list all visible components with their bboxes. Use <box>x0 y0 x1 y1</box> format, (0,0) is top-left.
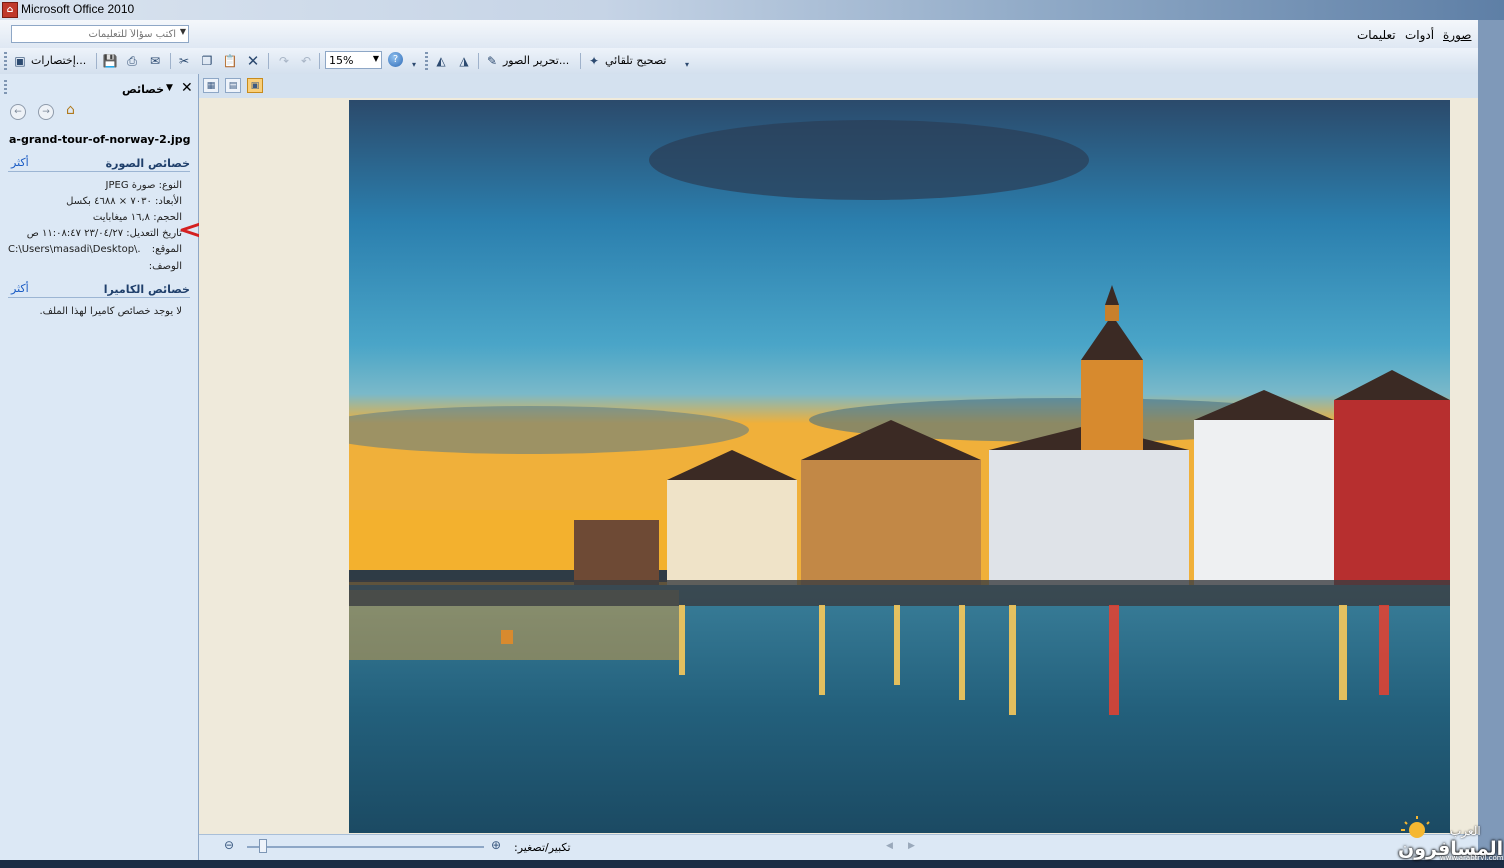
toolbar-separator <box>478 53 479 69</box>
toolbar-grip[interactable] <box>4 52 7 70</box>
section-divider <box>8 297 190 298</box>
property-location-value: C:\Users\masadi\Desktop\. <box>8 244 141 255</box>
property-location-label: الموقع: <box>151 244 182 255</box>
print-icon[interactable]: ⎙ <box>124 53 140 69</box>
photo-stavanger-harbor[interactable] <box>349 100 1450 833</box>
forward-icon[interactable]: → <box>38 104 54 120</box>
next-picture-icon[interactable]: ▶ <box>908 841 915 851</box>
chevron-down-icon[interactable]: ▼ <box>180 27 186 36</box>
desktop-background <box>1478 20 1504 868</box>
copy-icon[interactable]: ❐ <box>199 53 215 69</box>
edit-pictures-button[interactable]: تحرير الصور... <box>503 54 569 67</box>
camera-properties-more-link[interactable]: أكثر <box>11 282 29 295</box>
chevron-down-icon[interactable]: ▼ <box>373 54 379 63</box>
image-properties-more-link[interactable]: أكثر <box>11 156 29 169</box>
watermark-small-text: العرب <box>1450 824 1481 838</box>
toolbar-separator <box>96 53 97 69</box>
task-pane <box>0 74 199 868</box>
toolbar-separator <box>170 53 171 69</box>
shortcuts-button[interactable]: إختصارات... <box>31 54 86 67</box>
chevron-down-icon[interactable]: ▼ <box>166 83 173 93</box>
image-properties-title: خصائص الصورة <box>105 157 190 170</box>
auto-correct-button[interactable]: تصحيح تلقائي <box>605 54 666 67</box>
camera-properties-title: خصائص الكاميرا <box>103 283 190 296</box>
file-name: a-grand-tour-of-norway-2.jpg <box>9 133 191 146</box>
help-search-box[interactable]: ▼ <box>11 25 189 43</box>
pane-title[interactable]: خصائص <box>122 83 164 96</box>
help-icon[interactable]: ? <box>388 52 403 67</box>
close-icon[interactable]: ✕ <box>181 80 193 96</box>
toolbar-grip[interactable] <box>425 52 428 70</box>
property-type: النوع: صورة JPEG <box>105 180 182 191</box>
zoom-out-icon[interactable]: ⊖ <box>224 838 234 852</box>
windows-taskbar <box>0 860 1504 868</box>
menu-help[interactable]: تعليمات <box>1357 28 1396 42</box>
menu-picture[interactable]: صورة <box>1443 28 1471 42</box>
undo-icon[interactable]: ↶ <box>298 53 314 69</box>
zoom-value: 15% <box>329 54 354 67</box>
photo-illustration <box>349 100 1450 833</box>
pane-grip[interactable] <box>4 80 7 96</box>
home-icon[interactable]: ⌂ <box>66 102 75 118</box>
view-toolbar <box>199 74 1478 98</box>
edit-pictures-icon[interactable]: ✎ <box>484 53 500 69</box>
help-search-input[interactable] <box>12 26 180 42</box>
toolbar-separator <box>580 53 581 69</box>
zoom-in-icon[interactable]: ⊕ <box>491 838 501 852</box>
rotate-right-icon[interactable]: ◮ <box>456 53 472 69</box>
property-modified: تاريخ التعديل: ٢٣/٠٤/٢٧ ١١:٠٨:٤٧ ص <box>26 228 182 239</box>
toolbar-options-icon[interactable]: ▾ <box>679 57 695 73</box>
property-description-label: الوصف: <box>148 261 182 272</box>
zoom-slider-thumb[interactable] <box>259 839 267 853</box>
thumbnail-view-icon[interactable]: ▦ <box>203 78 219 93</box>
zoom-slider-track[interactable] <box>247 846 484 848</box>
filmstrip-view-icon[interactable]: ▤ <box>225 78 241 93</box>
toolbar-options-icon[interactable]: ▾ <box>406 57 422 73</box>
section-divider <box>8 171 190 172</box>
email-icon[interactable]: ✉ <box>147 53 163 69</box>
rotate-left-icon[interactable]: ◭ <box>433 53 449 69</box>
property-size: الحجم: ١٦,٨ ميغابايت <box>92 212 182 223</box>
cut-icon[interactable]: ✂ <box>176 53 192 69</box>
redo-icon[interactable]: ↷ <box>276 53 292 69</box>
watermark-url: www.arabtrvl.com <box>1440 854 1504 862</box>
no-camera-properties-text: لا يوجد خصائص كاميرا لهذا الملف. <box>39 306 182 317</box>
toolbar-separator <box>268 53 269 69</box>
standard-toolbar: ▣ إختصارات... 💾 ⎙ ✉ ✂ ❐ 📋 ✕ ↷ ↶ ▾ ◭ ◮ ✎ … <box>0 48 1478 75</box>
delete-icon[interactable]: ✕ <box>245 53 261 69</box>
menu-tools[interactable]: أدوات <box>1405 28 1434 42</box>
menu-bar <box>0 20 1478 49</box>
back-icon[interactable]: ← <box>10 104 26 120</box>
window-title: Microsoft Office 2010 <box>21 2 135 16</box>
save-icon[interactable]: 💾 <box>102 53 118 69</box>
paste-icon[interactable]: 📋 <box>222 53 238 69</box>
shortcuts-icon[interactable]: ▣ <box>12 53 28 69</box>
property-dimensions: الأبعاد: ٧٠٣٠ × ٤٦٨٨ بكسل <box>66 196 182 207</box>
office-app-icon[interactable]: ⌂ <box>2 2 18 18</box>
zoom-label: تكبير/تصغير: <box>514 841 571 854</box>
title-bar <box>0 0 1504 20</box>
auto-correct-icon[interactable]: ✦ <box>586 53 602 69</box>
previous-picture-icon[interactable]: ◀ <box>886 841 893 851</box>
zoom-select[interactable]: 15% ▼ <box>325 51 382 69</box>
single-picture-view-icon[interactable]: ▣ <box>247 78 263 93</box>
toolbar-separator <box>319 53 320 69</box>
